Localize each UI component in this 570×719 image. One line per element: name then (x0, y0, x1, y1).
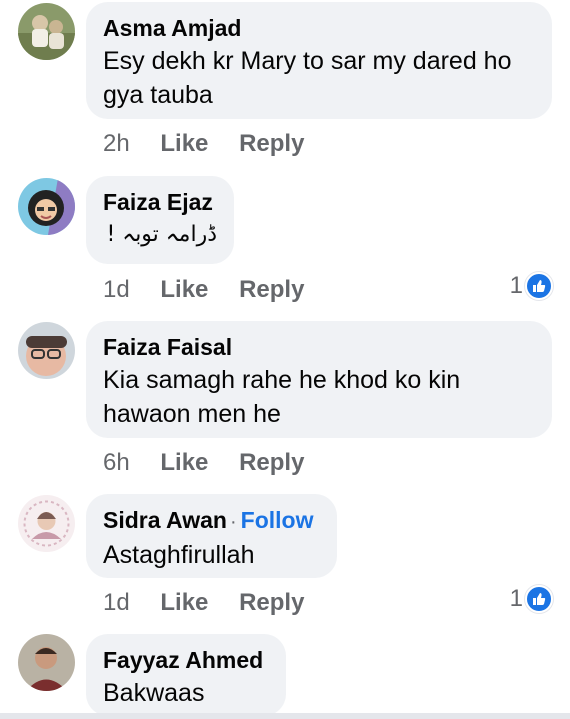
avatar[interactable] (18, 3, 75, 60)
like-button[interactable]: Like (160, 589, 208, 616)
comment-author[interactable]: Faiza Ejaz (103, 188, 217, 216)
comment-actions: 1d Like Reply (103, 589, 304, 617)
comment-time[interactable]: 6h (103, 449, 130, 476)
comment-author[interactable]: Faiza Faisal (103, 333, 535, 361)
comment-bubble: Fayyaz Ahmed Bakwaas (86, 634, 286, 716)
comment-author-row: Sidra Awan · Follow (103, 506, 320, 536)
follow-button[interactable]: Follow (241, 507, 314, 533)
reaction-count: 1 (509, 272, 523, 299)
reply-button[interactable]: Reply (239, 130, 304, 157)
comment-text: Astaghfirullah (103, 541, 255, 569)
comment-time[interactable]: 2h (103, 130, 130, 157)
user-photo-icon (18, 495, 75, 552)
comment-bubble: Sidra Awan · Follow Astaghfirullah (86, 494, 337, 578)
reaction-count: 1 (509, 585, 523, 612)
reaction-summary[interactable]: 1 (510, 585, 553, 613)
comment-author[interactable]: Sidra Awan (103, 507, 227, 533)
reply-button[interactable]: Reply (239, 276, 304, 303)
user-photo-icon (18, 3, 75, 60)
comment-bubble: Faiza Ejaz ڈرامہ توبہ ! (86, 176, 234, 264)
avatar[interactable] (18, 495, 75, 552)
separator-dot: · (229, 511, 237, 533)
thumbs-up-icon (525, 585, 553, 613)
reaction-summary[interactable]: 1 (510, 272, 553, 300)
user-photo-icon (18, 178, 75, 235)
like-button[interactable]: Like (160, 130, 208, 157)
reply-button[interactable]: Reply (239, 589, 304, 616)
comment-time[interactable]: 1d (103, 276, 130, 303)
divider (0, 713, 570, 719)
comment-bubble: Faiza Faisal Kia samagh rahe he khod ko … (86, 321, 552, 438)
comment-actions: 1d Like Reply (103, 276, 304, 304)
comment-text: Esy dekh kr Mary to sar my dared ho gya … (103, 47, 512, 109)
comment-author[interactable]: Fayyaz Ahmed (103, 646, 269, 674)
user-photo-icon (18, 634, 75, 691)
avatar[interactable] (18, 322, 75, 379)
comment-actions: 2h Like Reply (103, 130, 304, 158)
avatar[interactable] (18, 634, 75, 691)
like-button[interactable]: Like (160, 449, 208, 476)
comment-text: Bakwaas (103, 679, 205, 707)
comment-time[interactable]: 1d (103, 589, 130, 616)
thumbs-up-icon (525, 272, 553, 300)
comment-text: Kia samagh rahe he khod ko kin hawaon me… (103, 366, 461, 428)
comment-text: ڈرامہ توبہ ! (106, 222, 217, 247)
user-photo-icon (18, 322, 75, 379)
comment-bubble: Asma Amjad Esy dekh kr Mary to sar my da… (86, 2, 552, 119)
comment-actions: 6h Like Reply (103, 449, 304, 477)
comment-author[interactable]: Asma Amjad (103, 14, 535, 42)
reply-button[interactable]: Reply (239, 449, 304, 476)
avatar[interactable] (18, 178, 75, 235)
like-button[interactable]: Like (160, 276, 208, 303)
